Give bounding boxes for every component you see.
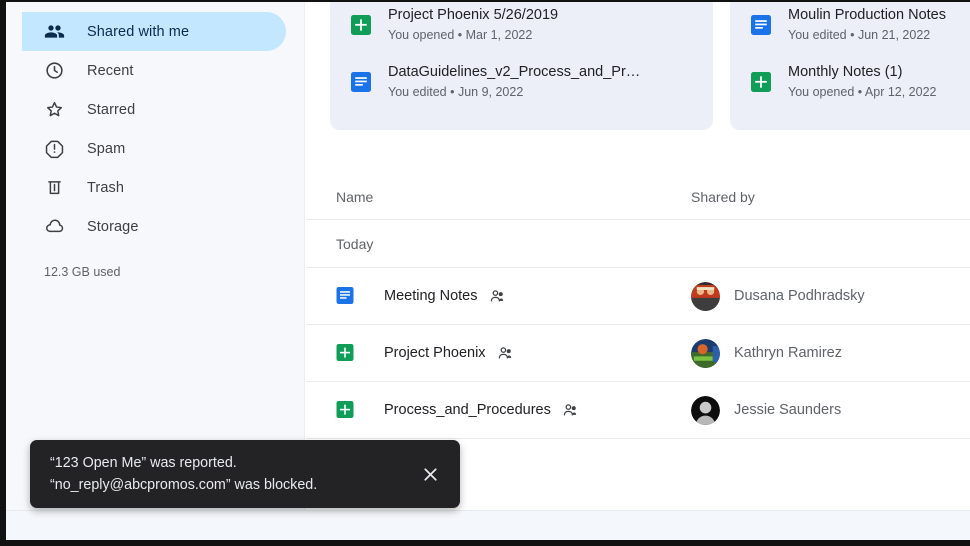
sidebar-item-shared-with-me[interactable]: Shared with me [22,12,286,51]
table-row[interactable]: Process_and_Procedures Jessie Saunders [306,382,970,439]
suggestion-row[interactable]: DataGuidelines_v2_Process_and_Pr… You ed… [330,53,713,110]
suggestion-text: Project Phoenix 5/26/2019 You opened • M… [388,5,558,44]
sharer-name: Kathryn Ramirez [734,345,842,361]
cell-name: Process_and_Procedures [336,400,691,420]
snackbar-line-blocked: “no_reply@abcpromos.com” was blocked. [50,477,318,493]
suggestion-subtitle: You opened • Apr 12, 2022 [788,85,937,99]
file-name: Process_and_Procedures [384,402,551,418]
cell-shared-by: Jessie Saunders [691,395,970,425]
people-icon [44,21,65,42]
google-sheets-icon [750,70,772,94]
sidebar-item-label: Recent [87,62,134,79]
snackbar-notification: “123 Open Me” was reported. “no_reply@ab… [30,440,460,508]
sidebar-item-trash[interactable]: Trash [22,168,286,207]
file-name: Meeting Notes [384,288,478,304]
table-header-row: Name Shared by [306,174,970,220]
shared-people-icon [497,345,513,361]
table-row[interactable]: Meeting Notes Dusana Podhradsky [306,268,970,325]
google-sheets-icon [350,13,372,37]
device-frame: Shared with me Recent Starred Spam Trash… [0,0,970,546]
google-docs-icon [336,286,354,306]
table-row[interactable]: Project Phoenix Kathryn Ramirez [306,325,970,382]
snackbar-close-button[interactable] [410,454,450,494]
column-header-name[interactable]: Name [336,189,691,205]
cell-shared-by: Dusana Podhradsky [691,281,970,311]
column-header-shared-by[interactable]: Shared by [691,189,970,205]
suggestion-row[interactable]: Monthly Notes (1) You opened • Apr 12, 2… [730,53,970,110]
spam-icon [44,138,65,159]
star-icon [44,99,65,120]
suggestion-text: Moulin Production Notes You edited • Jun… [788,5,946,44]
google-docs-icon [350,70,372,94]
files-table: Name Shared by Today Meeting Notes Dusan… [306,174,970,439]
suggested-files-cards: Project Phoenix 5/26/2019 You opened • M… [330,2,970,130]
sharer-name: Dusana Podhradsky [734,288,865,304]
cell-name: Meeting Notes [336,286,691,306]
file-name: Project Phoenix [384,345,486,361]
google-sheets-icon [336,400,354,420]
clock-icon [44,60,65,81]
sidebar-item-recent[interactable]: Recent [22,51,286,90]
sidebar-item-label: Starred [87,101,136,118]
suggestion-text: DataGuidelines_v2_Process_and_Pr… You ed… [388,62,640,101]
sidebar-item-label: Spam [87,140,126,157]
snackbar-line-reported: “123 Open Me” was reported. [50,455,237,471]
sidebar-nav-list: Shared with me Recent Starred Spam Trash… [6,2,304,246]
sidebar-item-spam[interactable]: Spam [22,129,286,168]
avatar [691,281,720,311]
avatar [691,395,720,425]
sidebar-item-label: Trash [87,179,125,196]
suggestion-row[interactable]: Moulin Production Notes You edited • Jun… [730,2,970,53]
sidebar-item-storage[interactable]: Storage [22,207,286,246]
suggestion-row[interactable]: Project Phoenix 5/26/2019 You opened • M… [330,2,713,53]
suggestion-title: Project Phoenix 5/26/2019 [388,7,559,23]
shared-people-icon [489,288,505,304]
cell-shared-by: Kathryn Ramirez [691,338,970,368]
table-group-header-today: Today [306,220,970,268]
suggestion-title: DataGuidelines_v2_Process_and_Pr… [388,64,641,80]
sidebar-item-label: Shared with me [87,23,190,40]
suggestion-card: Moulin Production Notes You edited • Jun… [730,2,970,130]
sidebar-item-starred[interactable]: Starred [22,90,286,129]
suggestion-subtitle: You edited • Jun 9, 2022 [388,85,524,99]
suggestion-title: Monthly Notes (1) [788,64,903,80]
sharer-name: Jessie Saunders [734,402,842,418]
suggestion-text: Monthly Notes (1) You opened • Apr 12, 2… [788,62,937,101]
google-docs-icon [750,13,772,37]
suggestion-title: Moulin Production Notes [788,7,946,23]
suggestion-subtitle: You opened • Mar 1, 2022 [388,28,533,42]
trash-icon [44,177,65,198]
suggestion-card: Project Phoenix 5/26/2019 You opened • M… [330,2,713,130]
cloud-icon [44,216,65,237]
avatar [691,338,720,368]
footer-band [6,510,970,540]
sidebar-item-label: Storage [87,218,139,235]
shared-people-icon [562,402,578,418]
cell-name: Project Phoenix [336,343,691,363]
google-sheets-icon [336,343,354,363]
storage-used-label: 12.3 GB used [44,265,121,279]
snackbar-message: “123 Open Me” was reported. “no_reply@ab… [50,452,410,496]
app-viewport: Shared with me Recent Starred Spam Trash… [6,2,970,540]
suggestion-subtitle: You edited • Jun 21, 2022 [788,28,931,42]
close-icon [420,464,441,485]
